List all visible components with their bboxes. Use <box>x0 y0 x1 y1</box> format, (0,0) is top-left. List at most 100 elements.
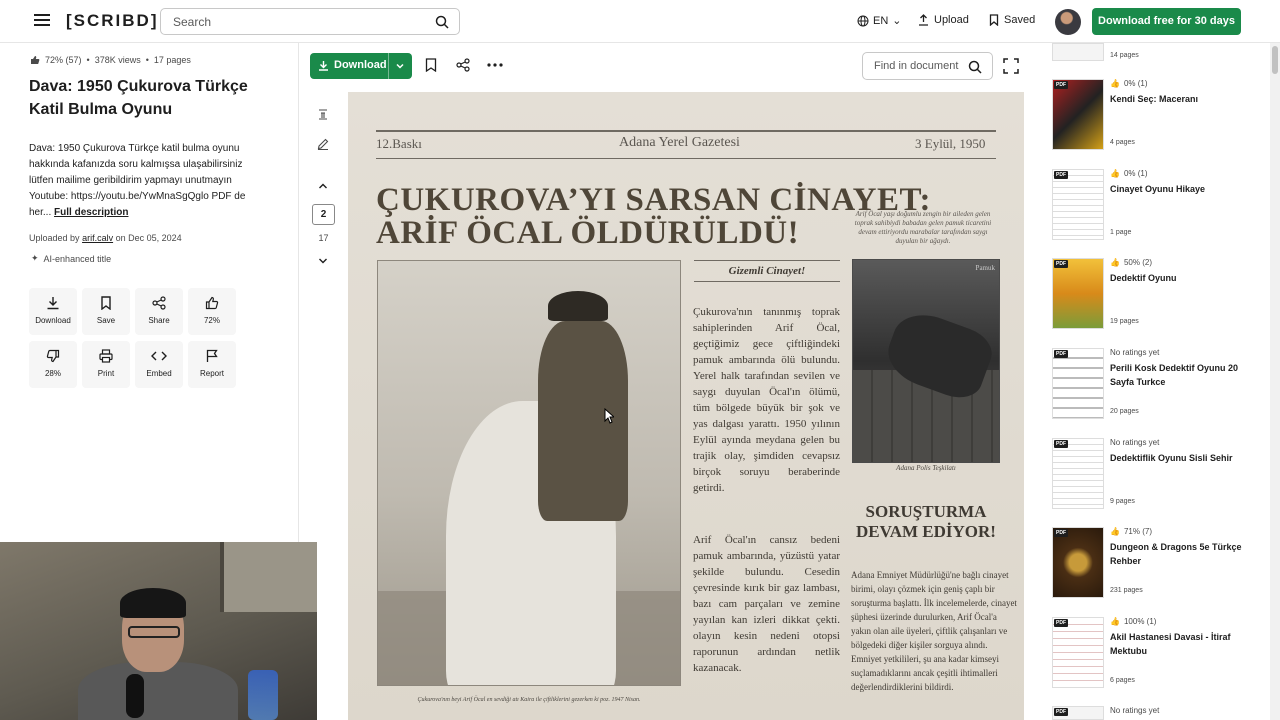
upvote-action-button[interactable]: 72% <box>188 288 236 335</box>
bookmark-icon <box>989 14 999 26</box>
more-options-icon[interactable] <box>487 63 503 67</box>
scribd-logo[interactable]: [SCRIBD] <box>66 11 159 31</box>
save-action-label: Save <box>96 316 116 325</box>
language-selector[interactable]: EN ⌄ <box>857 14 902 27</box>
upvote-percentage: 72% <box>203 316 220 325</box>
current-page-input[interactable]: 2 <box>312 204 335 225</box>
newspaper-name: Adana Yerel Gazetesi <box>619 135 740 150</box>
document-actions: Download Save Share 72% 28% Print Embed <box>29 288 236 388</box>
page-scrollbar[interactable] <box>1270 43 1280 720</box>
rating-value: No ratings yet <box>1110 438 1160 447</box>
recommendation-pages: 231 pages <box>1110 587 1143 594</box>
webcam-microphone <box>126 674 144 718</box>
uploaded-date: on Dec 05, 2024 <box>115 233 182 243</box>
article-paragraph-1: Çukurova'nın tanınmış toprak sahiplerind… <box>693 306 840 494</box>
rating-text: 72% (57) <box>45 55 82 65</box>
menu-icon[interactable] <box>34 14 50 28</box>
find-in-document-input[interactable]: Find in document <box>862 52 993 80</box>
webcam-rgb-light <box>248 670 278 720</box>
recommendation-item[interactable]: PDF No ratings yet Dedektiflik Oyunu Sis… <box>1052 438 1262 518</box>
article-column-heading: Gizemli Cinayet! <box>694 260 840 282</box>
recommendation-title[interactable]: Cinayet Oyunu Hikaye <box>1110 182 1260 196</box>
report-action-label: Report <box>199 369 224 378</box>
highlight-tool-icon[interactable] <box>317 108 329 120</box>
rating-value: No ratings yet <box>1110 348 1160 357</box>
recommendation-title[interactable]: Dedektif Oyunu <box>1110 271 1260 285</box>
recommendation-pages: 6 pages <box>1110 677 1135 684</box>
annotate-pen-icon[interactable] <box>317 138 329 150</box>
recommendation-item[interactable]: PDF 👍 0% (1) Cinayet Oyunu Hikaye 1 page <box>1052 169 1262 249</box>
crime-photo-label: Pamuk <box>975 264 995 272</box>
embed-icon <box>151 351 167 361</box>
download-button-main[interactable]: Download <box>318 59 387 71</box>
upload-button[interactable]: Upload <box>918 14 969 26</box>
document-page: 12.Baskı Adana Yerel Gazetesi 3 Eylül, 1… <box>348 92 1024 720</box>
uploader-link[interactable]: arif.calv <box>82 233 113 243</box>
recommendation-title[interactable]: Akil Hastanesi Davasi - İtiraf Mektubu <box>1110 630 1260 658</box>
recommendation-item[interactable]: PDF 👍 100% (1) Akil Hastanesi Davasi - İt… <box>1052 617 1262 697</box>
next-page-icon[interactable] <box>318 257 328 265</box>
recommendation-item[interactable]: PDF 👍 71% (7) Dungeon & Dragons 5e Türkçe… <box>1052 527 1262 607</box>
embed-action-button[interactable]: Embed <box>135 341 183 388</box>
recommendation-title[interactable]: Dungeon & Dragons 5e Türkçe Rehber <box>1110 540 1260 568</box>
recommendation-item[interactable]: 14 pages <box>1052 43 1262 65</box>
recommendation-rating: 👍 100% (1) <box>1110 617 1156 626</box>
share-action-button[interactable]: Share <box>135 288 183 335</box>
upload-label: Upload <box>934 14 969 26</box>
report-action-button[interactable]: Report <box>188 341 236 388</box>
recommendation-title[interactable]: Dedektiflik Oyunu Sisli Sehir <box>1110 451 1260 465</box>
recommendation-rating: No ratings yet <box>1110 438 1159 447</box>
download-split-button[interactable]: Download <box>310 53 412 79</box>
print-action-label: Print <box>97 369 115 378</box>
scrollbar-thumb[interactable] <box>1272 46 1278 74</box>
views-text: 378K views <box>94 55 141 65</box>
recommendation-title[interactable]: Kendi Seç: Maceranı <box>1110 92 1260 106</box>
find-placeholder: Find in document <box>874 60 959 72</box>
search-placeholder: Search <box>173 15 212 29</box>
previous-page-icon[interactable] <box>318 182 328 190</box>
recommendation-thumbnail: PDF <box>1052 258 1104 329</box>
recommendation-rating: 👍 0% (1) <box>1110 169 1148 178</box>
document-description: Dava: 1950 Çukurova Türkçe katil bulma o… <box>29 141 269 221</box>
search-icon[interactable] <box>435 15 449 29</box>
investigation-subheading: SORUŞTURMA DEVAM EDİYOR! <box>856 502 996 541</box>
article-paragraph-2: Arif Öcal'ın cansız bedeni pamuk ambarın… <box>693 534 840 674</box>
fullscreen-icon[interactable] <box>1003 58 1019 74</box>
recommendation-title[interactable]: Perili Kosk Dedektif Oyunu 20 Sayfa Turk… <box>1110 361 1260 389</box>
bookmark-icon <box>101 296 111 310</box>
pdf-badge: PDF <box>1054 708 1068 716</box>
print-action-button[interactable]: Print <box>82 341 130 388</box>
webcam-person-hair <box>120 588 186 618</box>
saved-button[interactable]: Saved <box>989 14 1035 26</box>
share-icon <box>152 296 166 310</box>
recommendation-thumbnail: PDF <box>1052 79 1104 150</box>
thumbs-up-icon: 👍 <box>1110 169 1120 178</box>
recommendation-item[interactable]: PDF No ratings yet <box>1052 706 1262 720</box>
downvote-action-button[interactable]: 28% <box>29 341 77 388</box>
pdf-badge: PDF <box>1054 171 1068 179</box>
recommendation-pages: 1 page <box>1110 229 1132 236</box>
thumbs-up-icon <box>31 56 40 64</box>
ai-title-label: AI-enhanced title <box>43 253 112 264</box>
share-action-label: Share <box>148 316 170 325</box>
search-icon[interactable] <box>968 60 982 74</box>
full-description-link[interactable]: Full description <box>54 207 128 218</box>
download-options-dropdown[interactable] <box>388 53 412 79</box>
download-icon <box>319 60 328 71</box>
recommendation-rating: No ratings yet <box>1110 348 1159 357</box>
flag-icon <box>206 349 218 362</box>
save-action-button[interactable]: Save <box>82 288 130 335</box>
download-free-trial-button[interactable]: Download free for 30 days <box>1092 8 1241 35</box>
avatar[interactable] <box>1055 9 1081 35</box>
recommendation-thumbnail: PDF <box>1052 438 1104 509</box>
recommendation-item[interactable]: PDF 👍 50% (2) Dedektif Oyunu 19 pages <box>1052 258 1262 338</box>
bookmark-icon[interactable] <box>425 58 437 72</box>
sparkle-icon: ✦ <box>31 253 39 263</box>
download-action-button[interactable]: Download <box>29 288 77 335</box>
recommendation-item[interactable]: PDF No ratings yet Perili Kosk Dedektif … <box>1052 348 1262 428</box>
recommendation-item[interactable]: PDF 👍 0% (1) Kendi Seç: Maceranı 4 pages <box>1052 79 1262 159</box>
ai-enhanced-title: ✦ AI-enhanced title <box>31 253 111 264</box>
recommendation-thumbnail <box>1052 43 1104 61</box>
search-input[interactable]: Search <box>160 8 460 35</box>
share-icon[interactable] <box>456 58 470 72</box>
